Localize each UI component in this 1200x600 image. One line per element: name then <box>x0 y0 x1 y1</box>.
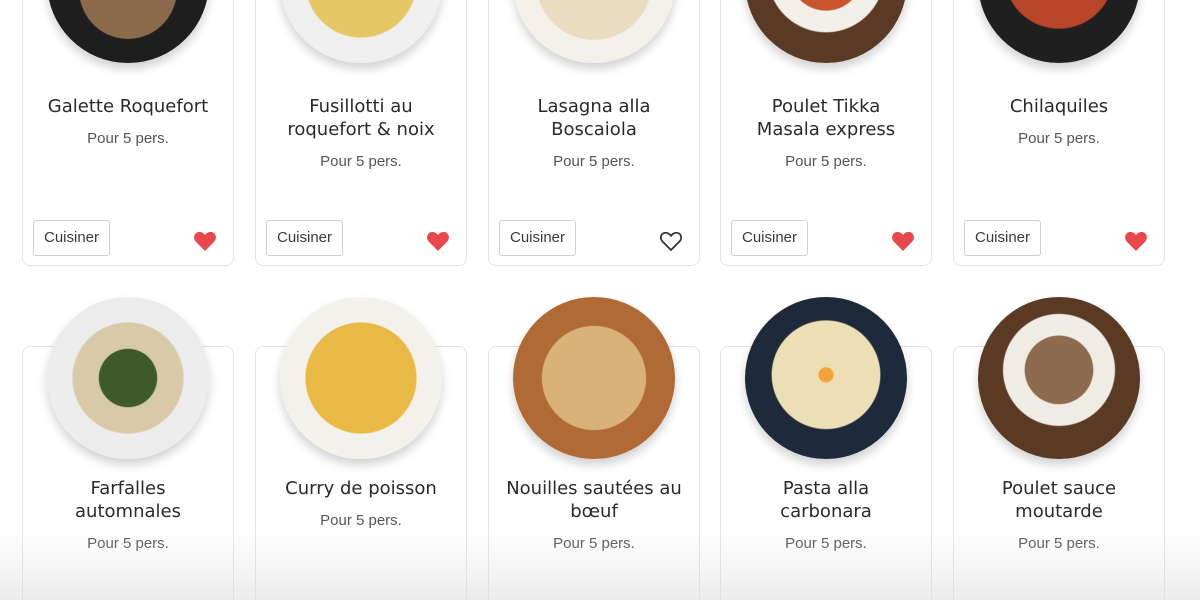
recipe-card[interactable]: Lasagna alla Boscaiola Pour 5 pers. Cuis… <box>488 0 700 266</box>
cook-button[interactable]: Cuisiner <box>33 220 111 256</box>
dish-image <box>280 0 442 63</box>
heart-icon[interactable] <box>891 230 915 252</box>
recipe-card[interactable]: Poulet sauce moutarde Pour 5 pers. <box>953 297 1165 600</box>
recipe-servings: Pour 5 pers. <box>1018 535 1100 552</box>
recipe-title[interactable]: Nouilles sautées au bœuf <box>497 477 691 523</box>
heart-icon[interactable] <box>193 230 217 252</box>
recipe-card[interactable]: Nouilles sautées au bœuf Pour 5 pers. <box>488 297 700 600</box>
cook-button[interactable]: Cuisiner <box>964 220 1042 256</box>
recipe-card[interactable]: Fusillotti au roquefort & noix Pour 5 pe… <box>255 0 467 266</box>
recipe-title[interactable]: Fusillotti au roquefort & noix <box>264 95 458 141</box>
recipe-card[interactable]: Galette Roquefort Pour 5 pers. Cuisiner <box>22 0 234 266</box>
recipe-servings: Pour 5 pers. <box>320 153 402 170</box>
dish-image <box>745 297 907 459</box>
recipe-servings: Pour 5 pers. <box>785 535 867 552</box>
dish-image <box>280 297 442 459</box>
recipe-card[interactable]: Pasta alla carbonara Pour 5 pers. <box>720 297 932 600</box>
dish-image <box>978 297 1140 459</box>
recipe-title[interactable]: Curry de poisson <box>264 477 458 500</box>
recipe-title[interactable]: Farfalles automnales <box>31 477 225 523</box>
recipe-servings: Pour 5 pers. <box>320 512 402 529</box>
recipe-title[interactable]: Lasagna alla Boscaiola <box>497 95 691 141</box>
recipe-servings: Pour 5 pers. <box>87 130 169 147</box>
recipe-title[interactable]: Pasta alla carbonara <box>729 477 923 523</box>
recipe-card[interactable]: Chilaquiles Pour 5 pers. Cuisiner <box>953 0 1165 266</box>
heart-outline-icon[interactable] <box>659 230 683 252</box>
recipe-servings: Pour 5 pers. <box>87 535 169 552</box>
heart-icon[interactable] <box>426 230 450 252</box>
recipe-grid: Galette Roquefort Pour 5 pers. Cuisiner … <box>0 0 1200 600</box>
recipe-title[interactable]: Poulet Tikka Masala express <box>729 95 923 141</box>
dish-image <box>513 0 675 63</box>
dish-image <box>745 0 907 63</box>
cook-button[interactable]: Cuisiner <box>499 220 577 256</box>
dish-image <box>978 0 1140 63</box>
heart-icon[interactable] <box>1124 230 1148 252</box>
recipe-servings: Pour 5 pers. <box>785 153 867 170</box>
dish-image <box>513 297 675 459</box>
cook-button[interactable]: Cuisiner <box>266 220 344 256</box>
cook-button[interactable]: Cuisiner <box>731 220 809 256</box>
recipe-card[interactable]: Poulet Tikka Masala express Pour 5 pers.… <box>720 0 932 266</box>
dish-image <box>47 0 209 63</box>
recipe-servings: Pour 5 pers. <box>553 535 635 552</box>
recipe-title[interactable]: Poulet sauce moutarde <box>962 477 1156 523</box>
recipe-title[interactable]: Galette Roquefort <box>31 95 225 118</box>
dish-image <box>47 297 209 459</box>
recipe-title[interactable]: Chilaquiles <box>962 95 1156 118</box>
recipe-servings: Pour 5 pers. <box>553 153 635 170</box>
recipe-servings: Pour 5 pers. <box>1018 130 1100 147</box>
recipe-card[interactable]: Curry de poisson Pour 5 pers. <box>255 297 467 600</box>
recipe-card[interactable]: Farfalles automnales Pour 5 pers. <box>22 297 234 600</box>
